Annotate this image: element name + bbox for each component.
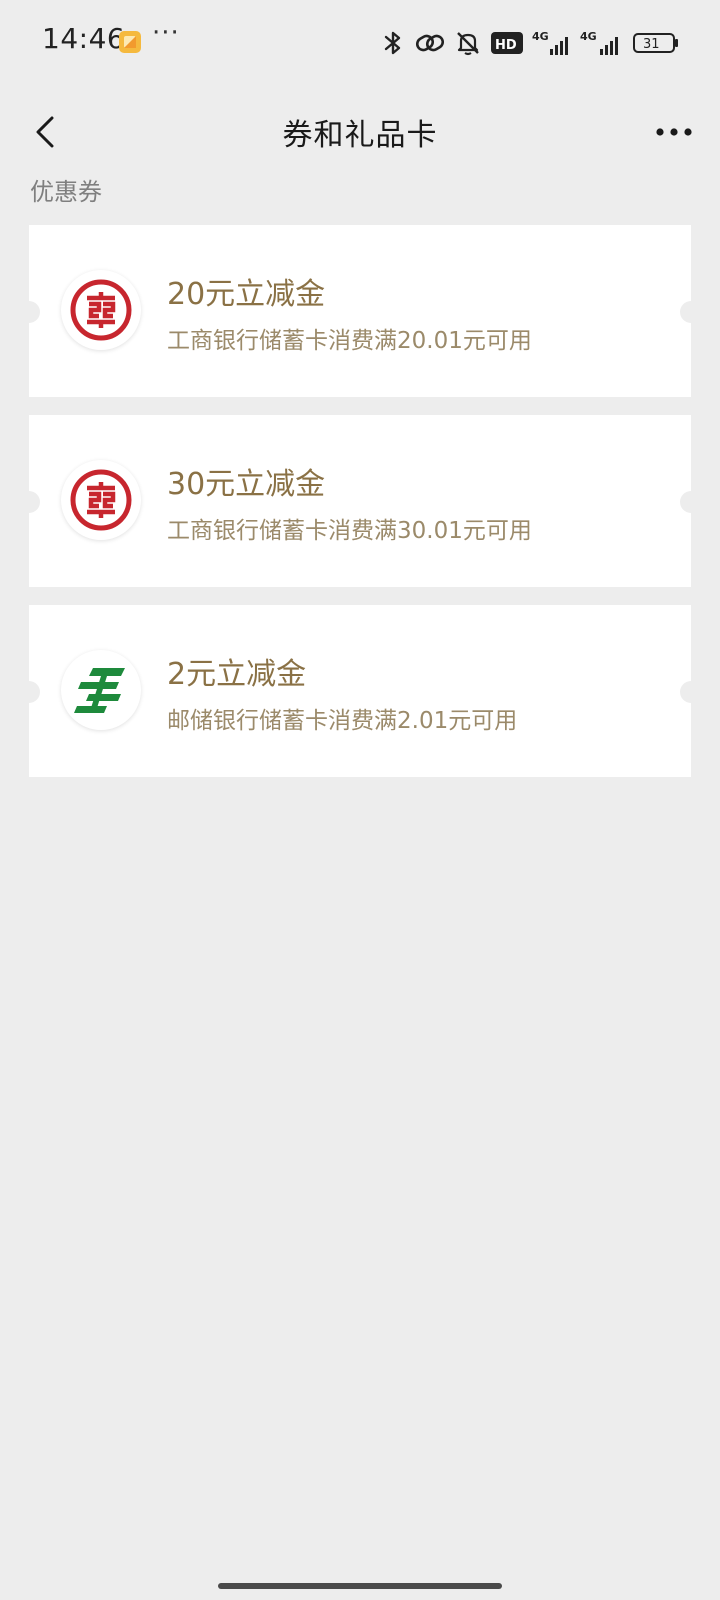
mute-bell-icon [457, 32, 479, 56]
ticket-notch [680, 491, 691, 513]
svg-text:31: 31 [643, 37, 660, 52]
ticket-notch [29, 491, 40, 513]
notification-app-icon [119, 31, 141, 53]
signal-icon-1: 4G [532, 30, 568, 55]
ticket-notch [680, 681, 691, 703]
link-icon [415, 34, 445, 52]
coupon-card[interactable]: 30元立减金 工商银行储蓄卡消费满30.01元可用 [29, 415, 691, 587]
bluetooth-icon [384, 31, 401, 55]
svg-text:HD: HD [495, 38, 517, 53]
more-dots-icon[interactable] [648, 106, 700, 158]
coupon-description: 邮储银行储蓄卡消费满2.01元可用 [167, 708, 518, 734]
status-time: 14:46 [42, 22, 126, 55]
coupon-card[interactable]: 2元立减金 邮储银行储蓄卡消费满2.01元可用 [29, 605, 691, 777]
psbc-logo [61, 650, 141, 730]
hd-icon: HD [491, 32, 523, 54]
status-bar: 14:46 ··· HD 4G 4G 31 [0, 0, 720, 84]
home-indicator[interactable] [218, 1583, 502, 1589]
status-more-indicator: ··· [152, 18, 180, 48]
ticket-notch [680, 301, 691, 323]
svg-text:4G: 4G [580, 30, 597, 43]
page-title: 券和礼品卡 [282, 118, 438, 153]
coupon-title: 30元立减金 [167, 467, 326, 502]
status-icons: HD 4G 4G 31 [380, 26, 680, 60]
coupon-description: 工商银行储蓄卡消费满20.01元可用 [167, 328, 532, 354]
ticket-notch [29, 301, 40, 323]
section-label-coupons: 优惠券 [30, 178, 102, 206]
ticket-notch [29, 681, 40, 703]
icbc-logo [61, 460, 141, 540]
coupon-title: 2元立减金 [167, 657, 307, 692]
icbc-logo [61, 270, 141, 350]
nav-bar: 券和礼品卡 [0, 84, 720, 180]
battery-icon: 31 [633, 33, 678, 53]
coupon-description: 工商银行储蓄卡消费满30.01元可用 [167, 518, 532, 544]
signal-icon-2: 4G [580, 30, 618, 55]
coupon-card[interactable]: 20元立减金 工商银行储蓄卡消费满20.01元可用 [29, 225, 691, 397]
coupon-title: 20元立减金 [167, 277, 326, 312]
svg-text:4G: 4G [532, 30, 549, 43]
